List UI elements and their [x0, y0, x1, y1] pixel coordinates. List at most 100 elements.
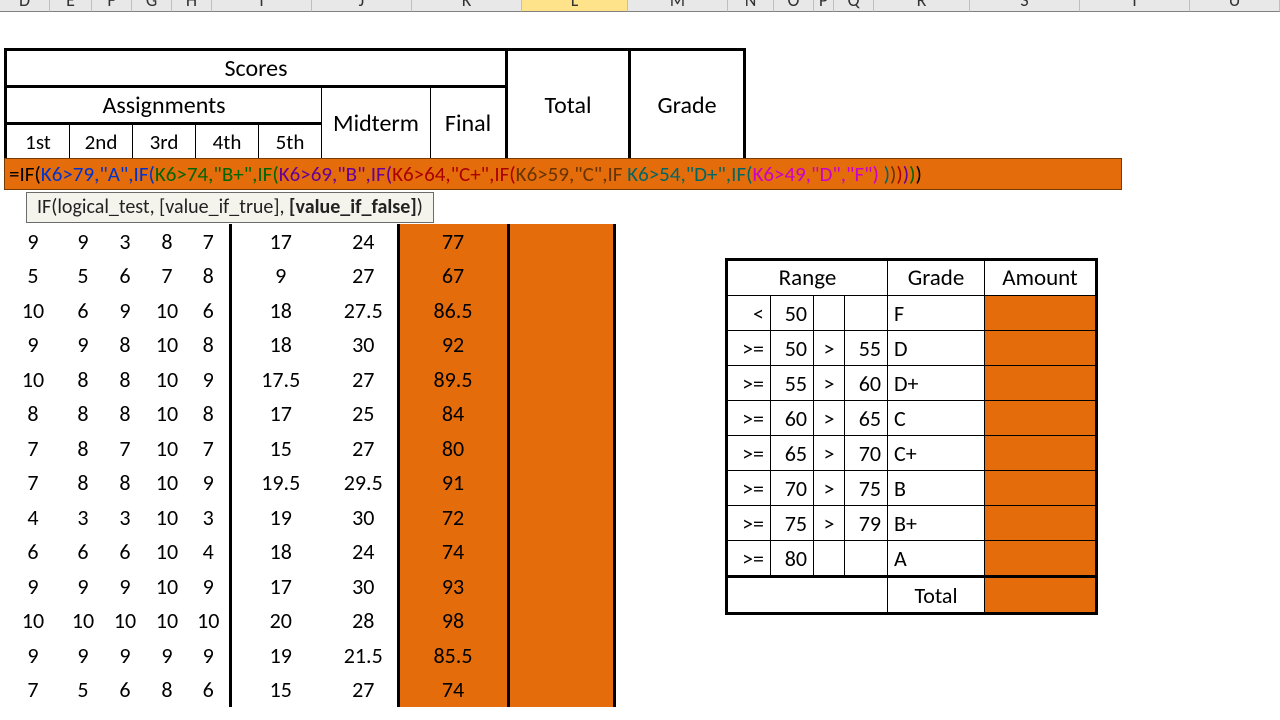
cell-midterm[interactable]: 18 [230, 535, 330, 570]
cell-midterm[interactable]: 17 [230, 397, 330, 432]
cell-total[interactable]: 67 [398, 259, 508, 294]
cell-grade[interactable] [508, 535, 614, 570]
cell-total[interactable]: 74 [398, 535, 508, 570]
cell-final[interactable]: 27 [330, 673, 398, 708]
cell-assignment[interactable]: 9 [62, 224, 104, 259]
cell-assignment[interactable]: 9 [4, 328, 62, 363]
cell-assignment[interactable]: 8 [62, 466, 104, 501]
cell-assignment[interactable]: 10 [4, 604, 62, 639]
cell-assignment[interactable]: 7 [188, 431, 230, 466]
col-header-E[interactable]: E [50, 0, 92, 12]
cell-assignment[interactable]: 3 [188, 500, 230, 535]
cell-final[interactable]: 25 [330, 397, 398, 432]
cell-total[interactable]: 85.5 [398, 638, 508, 673]
cell-assignment[interactable]: 5 [4, 259, 62, 294]
data-table[interactable]: 99387172477556789276710691061827.586.599… [4, 224, 616, 707]
cell-final[interactable]: 21.5 [330, 638, 398, 673]
cell-final[interactable]: 24 [330, 224, 398, 259]
cell-midterm[interactable]: 19 [230, 500, 330, 535]
cell-assignment[interactable]: 6 [188, 673, 230, 708]
col-header-M[interactable]: M [628, 0, 728, 12]
cell-midterm[interactable]: 15 [230, 673, 330, 708]
col-header-D[interactable]: D [0, 0, 50, 12]
cell-final[interactable]: 29.5 [330, 466, 398, 501]
cell-assignment[interactable]: 7 [104, 431, 146, 466]
cell-final[interactable]: 28 [330, 604, 398, 639]
data-row[interactable]: 108810917.52789.5 [4, 362, 614, 397]
cell-assignment[interactable]: 10 [62, 604, 104, 639]
col-header-O[interactable]: O [774, 0, 814, 12]
col-header-R[interactable]: R [874, 0, 970, 12]
cell-assignment[interactable]: 7 [188, 224, 230, 259]
cell-assignment[interactable]: 9 [188, 638, 230, 673]
lookup-amount[interactable] [985, 366, 1097, 401]
cell-total[interactable]: 98 [398, 604, 508, 639]
data-row[interactable]: 787107152780 [4, 431, 614, 466]
cell-midterm[interactable]: 17.5 [230, 362, 330, 397]
lookup-amount[interactable] [985, 541, 1097, 577]
cell-grade[interactable] [508, 604, 614, 639]
lookup-amount[interactable] [985, 296, 1097, 331]
cell-assignment[interactable]: 9 [188, 569, 230, 604]
data-row[interactable]: 1010101010202898 [4, 604, 614, 639]
cell-assignment[interactable]: 8 [62, 397, 104, 432]
function-tooltip[interactable]: IF(logical_test, [value_if_true], [value… [26, 192, 434, 223]
cell-final[interactable]: 27 [330, 362, 398, 397]
cell-assignment[interactable]: 7 [146, 259, 188, 294]
cell-total[interactable]: 93 [398, 569, 508, 604]
cell-assignment[interactable]: 10 [146, 535, 188, 570]
cell-total[interactable]: 72 [398, 500, 508, 535]
cell-assignment[interactable]: 10 [146, 500, 188, 535]
cell-assignment[interactable]: 9 [62, 328, 104, 363]
cell-assignment[interactable]: 10 [188, 604, 230, 639]
cell-assignment[interactable]: 10 [146, 293, 188, 328]
cell-assignment[interactable]: 8 [188, 259, 230, 294]
col-header-G[interactable]: G [132, 0, 172, 12]
cell-assignment[interactable]: 9 [4, 638, 62, 673]
cell-midterm[interactable]: 17 [230, 224, 330, 259]
cell-assignment[interactable]: 3 [104, 224, 146, 259]
data-row[interactable]: 99387172477 [4, 224, 614, 259]
col-header-N[interactable]: N [728, 0, 774, 12]
cell-grade[interactable] [508, 431, 614, 466]
cell-grade[interactable] [508, 638, 614, 673]
cell-assignment[interactable]: 10 [4, 362, 62, 397]
cell-midterm[interactable]: 18 [230, 293, 330, 328]
col-header-P[interactable]: P [814, 0, 834, 12]
cell-grade[interactable] [508, 500, 614, 535]
cell-assignment[interactable]: 10 [146, 362, 188, 397]
cell-final[interactable]: 30 [330, 328, 398, 363]
cell-assignment[interactable]: 10 [146, 604, 188, 639]
cell-assignment[interactable]: 6 [104, 673, 146, 708]
cell-grade[interactable] [508, 259, 614, 294]
cell-assignment[interactable]: 9 [62, 638, 104, 673]
data-row[interactable]: 75686152774 [4, 673, 614, 708]
data-row[interactable]: 888108172584 [4, 397, 614, 432]
cell-assignment[interactable]: 9 [62, 569, 104, 604]
cell-final[interactable]: 27.5 [330, 293, 398, 328]
cell-midterm[interactable]: 20 [230, 604, 330, 639]
cell-grade[interactable] [508, 397, 614, 432]
cell-assignment[interactable]: 6 [104, 535, 146, 570]
cell-grade[interactable] [508, 362, 614, 397]
cell-assignment[interactable]: 8 [188, 328, 230, 363]
cell-assignment[interactable]: 10 [104, 604, 146, 639]
lookup-amount[interactable] [985, 436, 1097, 471]
lookup-amount[interactable] [985, 506, 1097, 541]
cell-total[interactable]: 86.5 [398, 293, 508, 328]
cell-assignment[interactable]: 3 [104, 500, 146, 535]
cell-grade[interactable] [508, 466, 614, 501]
cell-assignment[interactable]: 8 [146, 673, 188, 708]
lookup-amount[interactable] [985, 331, 1097, 366]
tooltip-arg1[interactable]: logical_test [57, 195, 149, 219]
cell-total[interactable]: 80 [398, 431, 508, 466]
cell-assignment[interactable]: 10 [146, 397, 188, 432]
cell-assignment[interactable]: 9 [104, 293, 146, 328]
lookup-total-amount[interactable] [985, 577, 1097, 614]
cell-grade[interactable] [508, 293, 614, 328]
cell-assignment[interactable]: 4 [188, 535, 230, 570]
cell-total[interactable]: 74 [398, 673, 508, 708]
col-header-L[interactable]: L [522, 0, 628, 12]
cell-assignment[interactable]: 10 [146, 328, 188, 363]
cell-assignment[interactable]: 6 [104, 259, 146, 294]
